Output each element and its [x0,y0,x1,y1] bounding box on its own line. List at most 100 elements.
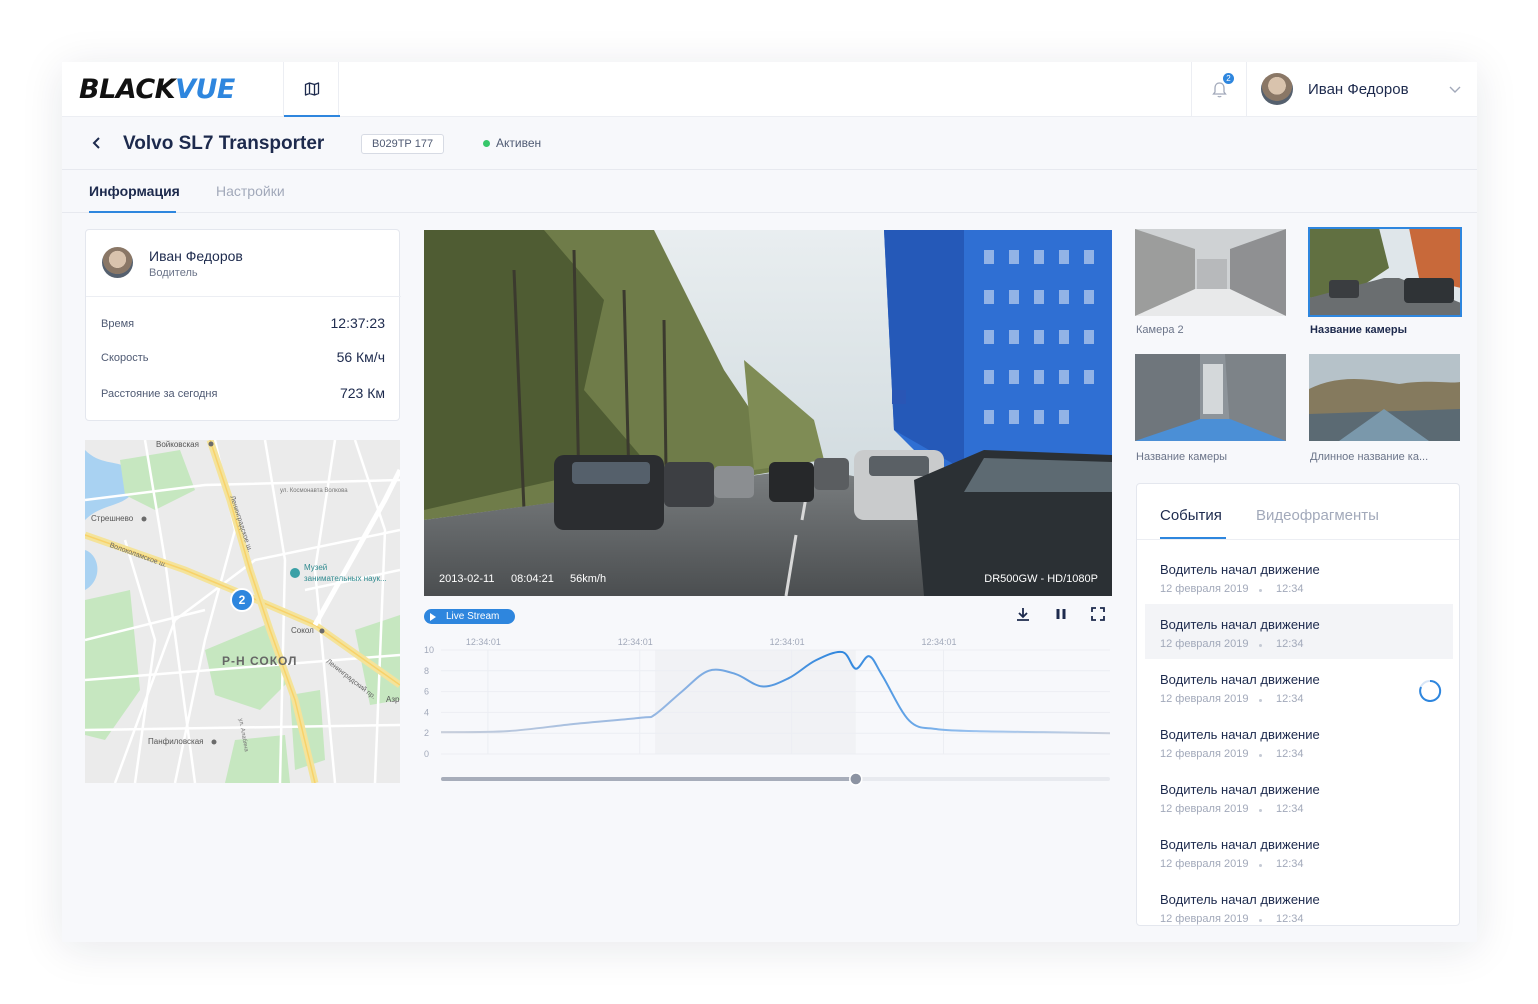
divider [86,296,401,297]
tab-bar: Информация Настройки [62,171,1477,213]
video-frame [424,230,1112,596]
driver-card: Иван Федоров Водитель Время 12:37:23 Ско… [85,229,401,421]
tab-events[interactable]: События [1160,507,1222,524]
event-title: Водитель начал движение [1160,892,1320,907]
camera-thumb-2-selected[interactable] [1308,227,1462,317]
map-label: Азр [386,695,400,704]
map-label: Панфиловская [148,737,204,746]
user-name[interactable]: Иван Федоров [1308,81,1409,98]
tab-video-clips[interactable]: Видеофрагменты [1256,507,1379,524]
camera-label: Название камеры [1136,451,1228,463]
video-time: 08:04:21 [511,573,554,585]
back-arrow-icon[interactable] [90,136,104,150]
camera-label: Длинное название ка... [1310,451,1429,463]
camera-thumb-1[interactable] [1135,229,1286,316]
event-title: Водитель начал движение [1160,562,1320,577]
logo-text-black: BLACK [79,74,176,105]
event-item[interactable]: Водитель начал движение 12 февраля 2019 12… [1145,604,1453,659]
chart-y-tick-label: 6 [424,687,429,697]
event-date: 12 февраля 2019 [1160,803,1249,815]
live-stream-badge[interactable]: Live Stream [424,609,515,624]
map-nav-active-indicator [284,115,340,117]
vehicle-cluster-marker[interactable]: 2 [230,588,254,612]
tab-settings[interactable]: Настройки [216,183,285,199]
separator-dot [1259,644,1262,647]
video-speed: 56km/h [570,573,607,585]
event-item[interactable]: Водитель начал движение 12 февраля 2019 12… [1145,714,1453,769]
speed-chart[interactable]: 10 8 6 4 2 0 12:34:01 12:34:01 12:34:01 12:34:01 [424,637,1114,792]
separator-dot [1259,589,1262,592]
event-time: 12:34 [1276,803,1304,815]
event-time: 12:34 [1276,693,1304,705]
timeline-progress [441,777,856,781]
event-time: 12:34 [1276,638,1304,650]
event-item[interactable]: Водитель начал движение 12 февраля 2019 12… [1145,769,1453,824]
event-date: 12 февраля 2019 [1160,693,1249,705]
brand-logo[interactable]: BLACKVUE [79,74,235,105]
video-player[interactable]: 2013-02-11 08:04:21 56km/h DR500GW - HD/… [424,230,1112,596]
stat-label: Расстояние за сегодня [101,388,218,400]
camera-thumb-3[interactable] [1135,354,1286,441]
chart-x-tick-label: 12:34:01 [618,637,653,647]
bell-icon [1212,82,1227,98]
event-time: 12:34 [1276,858,1304,870]
event-item[interactable]: Водитель начал движение 12 февраля 2019 12… [1145,659,1453,714]
event-title: Водитель начал движение [1160,672,1320,687]
map-icon [304,82,320,96]
timeline-handle[interactable] [849,772,863,786]
chevron-down-icon[interactable] [1448,82,1462,96]
stat-row-speed: Скорость 56 Км/ч [101,349,385,369]
vehicle-header: Volvo SL7 Transporter В029ТР 177 Активен [62,118,1477,170]
driver-role: Водитель [149,267,198,279]
separator-dot [1259,699,1262,702]
chart-y-tick-label: 8 [424,666,429,676]
event-date: 12 февраля 2019 [1160,913,1249,925]
event-time: 12:34 [1276,748,1304,760]
app-window: BLACKVUE 2 Иван Федоров Volvo SL7 Transp… [62,62,1477,942]
stat-value: 56 Км/ч [336,349,385,365]
event-title: Водитель начал движение [1160,617,1320,632]
play-icon [430,613,436,621]
chart-y-tick-label: 4 [424,707,429,717]
camera-thumb-image [1135,354,1286,441]
notifications-button[interactable]: 2 [1191,62,1247,117]
map-view[interactable]: Войковская Стрешнево Музей занимательных… [85,440,400,783]
separator-dot [1259,754,1262,757]
stat-row-time: Время 12:37:23 [101,315,385,335]
map-nav-button[interactable] [283,62,340,117]
event-date: 12 февраля 2019 [1160,583,1249,595]
fullscreen-icon[interactable] [1090,606,1106,622]
stat-label: Скорость [101,352,149,364]
driver-avatar [102,247,133,278]
separator-dot [1259,864,1262,867]
event-item[interactable]: Водитель начал движение 12 февраля 2019 12… [1145,549,1453,604]
chart-y-tick-label: 2 [424,728,429,738]
divider [1137,539,1459,540]
camera-label-selected: Название камеры [1310,324,1407,336]
plate-badge: В029ТР 177 [361,134,445,154]
chart-y-tick-label: 0 [424,749,429,759]
map-label: занимательных наук... [304,574,387,583]
camera-thumb-image [1309,354,1460,441]
event-item[interactable]: Водитель начал движение 12 февраля 2019 12… [1145,879,1453,925]
status-text: Активен [496,136,542,150]
event-title: Водитель начал движение [1160,727,1320,742]
event-time: 12:34 [1276,583,1304,595]
event-time: 12:34 [1276,913,1304,925]
separator-dot [1259,919,1262,922]
event-date: 12 февраля 2019 [1160,858,1249,870]
video-camera-model: DR500GW - HD/1080P [984,573,1098,585]
tab-info[interactable]: Информация [89,183,180,199]
download-icon[interactable] [1015,606,1031,622]
status-indicator [483,140,490,147]
chart-x-tick-label: 12:34:01 [770,637,805,647]
video-date: 2013-02-11 [439,573,495,585]
user-avatar[interactable] [1261,73,1293,105]
pause-icon[interactable] [1053,606,1069,622]
camera-thumb-4[interactable] [1309,354,1460,441]
stat-row-distance: Расстояние за сегодня 723 Км [101,385,385,405]
vehicle-title: Volvo SL7 Transporter [123,133,325,154]
map-label: Сокол [291,626,314,635]
event-item[interactable]: Водитель начал движение 12 февраля 2019 12… [1145,824,1453,879]
map-district-label: Р-Н СОКОЛ [222,654,298,668]
